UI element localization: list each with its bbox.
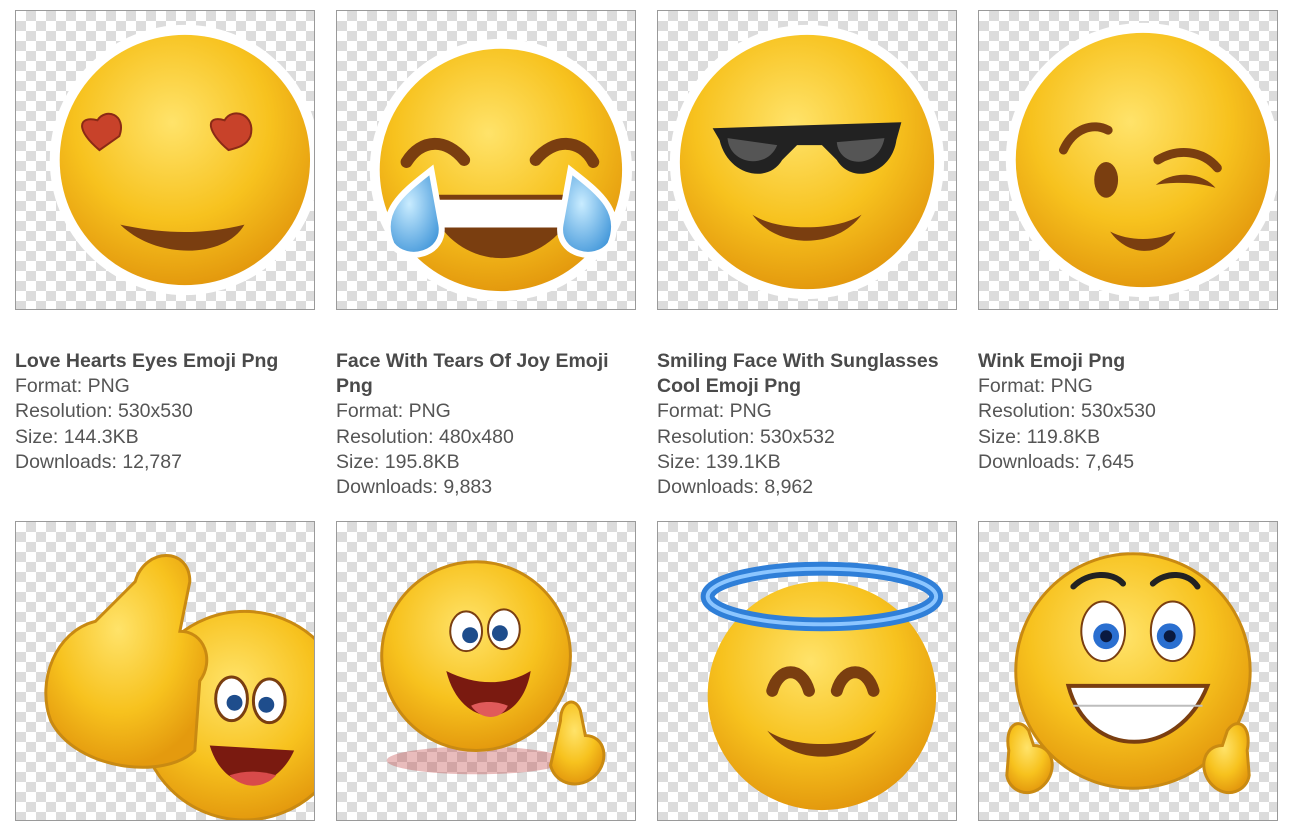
- grinning-double-thumbs-up-emoji-icon: [1005, 552, 1252, 795]
- size-text: Size: 144.3KB: [15, 425, 139, 448]
- thumbs-up-emoji-icon: [44, 554, 314, 820]
- tears-of-joy-emoji-icon: [369, 38, 633, 302]
- format-text: Format: PNG: [978, 375, 1093, 398]
- heart-eyes-emoji-icon: [49, 24, 314, 296]
- downloads-text: Downloads: 12,787: [15, 450, 182, 473]
- emoji-title-link[interactable]: Love Hearts Eyes Emoji Png: [15, 349, 315, 374]
- format-text: Format: PNG: [15, 375, 130, 398]
- wink-emoji-icon: [1005, 22, 1277, 298]
- emoji-title-link[interactable]: Wink Emoji Png: [978, 349, 1278, 374]
- happy-thumbs-up-emoji-icon: [380, 560, 606, 786]
- emoji-thumbnail[interactable]: [15, 521, 315, 821]
- resolution-text: Resolution: 530x530: [15, 400, 193, 423]
- downloads-text: Downloads: 8,962: [657, 476, 814, 499]
- downloads-text: Downloads: 7,645: [978, 450, 1135, 473]
- size-text: Size: 195.8KB: [336, 450, 460, 473]
- emoji-card: Wink Emoji Png Format: PNG Resolution: 5…: [978, 10, 1278, 473]
- emoji-card: [978, 521, 1278, 821]
- emoji-thumbnail[interactable]: [336, 521, 636, 821]
- resolution-text: Resolution: 530x532: [657, 425, 835, 448]
- emoji-card: [15, 521, 315, 821]
- emoji-thumbnail[interactable]: [15, 10, 315, 310]
- emoji-card: Love Hearts Eyes Emoji Png Format: PNG R…: [15, 10, 315, 473]
- emoji-thumbnail[interactable]: [657, 10, 957, 310]
- emoji-card: Smiling Face With Sunglasses Cool Emoji …: [657, 10, 957, 498]
- sunglasses-emoji-icon: [669, 24, 945, 300]
- emoji-card: [657, 521, 957, 821]
- emoji-thumbnail[interactable]: [978, 521, 1278, 821]
- emoji-title-link[interactable]: Smiling Face With Sunglasses Cool Emoji …: [657, 349, 957, 399]
- format-text: Format: PNG: [657, 400, 772, 423]
- emoji-thumbnail[interactable]: [978, 10, 1278, 310]
- emoji-thumbnail[interactable]: [657, 521, 957, 821]
- halo-emoji-icon: [700, 561, 944, 811]
- resolution-text: Resolution: 530x530: [978, 400, 1156, 423]
- emoji-card: [336, 521, 636, 821]
- size-text: Size: 139.1KB: [657, 450, 781, 473]
- size-text: Size: 119.8KB: [978, 425, 1101, 448]
- downloads-text: Downloads: 9,883: [336, 476, 493, 499]
- resolution-text: Resolution: 480x480: [336, 425, 514, 448]
- format-text: Format: PNG: [336, 400, 451, 423]
- emoji-card: Face With Tears Of Joy Emoji Png Format:…: [336, 10, 636, 498]
- emoji-title-link[interactable]: Face With Tears Of Joy Emoji Png: [336, 349, 636, 399]
- emoji-thumbnail[interactable]: [336, 10, 636, 310]
